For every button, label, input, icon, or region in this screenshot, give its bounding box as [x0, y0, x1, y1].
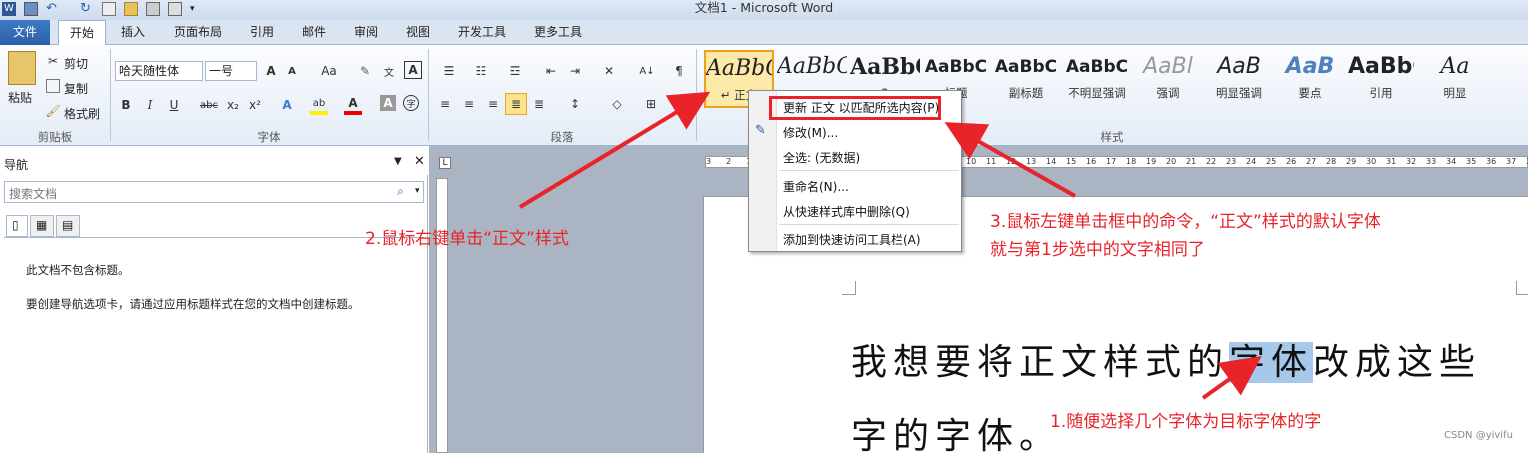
- note-step1: 1.随便选择几个字体为目标字体的字: [1050, 412, 1322, 432]
- note-step3-line2: 就与第1步选中的文字相同了: [990, 240, 1205, 260]
- watermark: CSDN @yivifu: [1444, 430, 1513, 441]
- note-step2: 2.鼠标右键单击“正文”样式: [365, 229, 569, 249]
- arrow-step2: [518, 91, 711, 209]
- arrow-step1: [1201, 356, 1262, 400]
- note-step3-line1: 3.鼠标左键单击框中的命令，“正文”样式的默认字体: [990, 212, 1381, 232]
- arrow-step3: [944, 122, 1076, 198]
